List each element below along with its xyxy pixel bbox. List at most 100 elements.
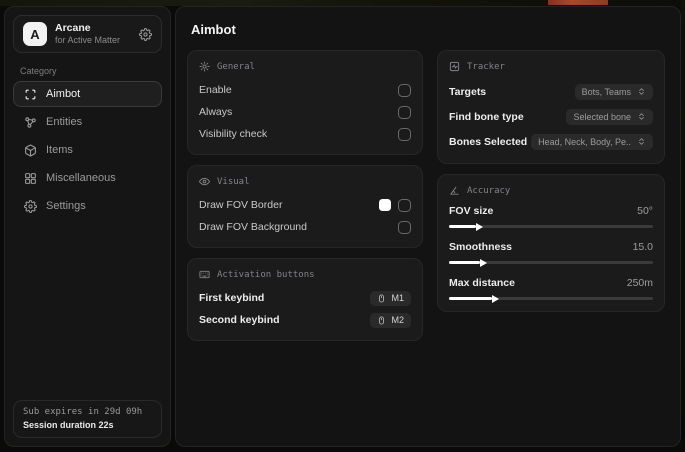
activation-buttons-card: Activation buttons First keybind M1 Seco… [187, 258, 423, 341]
entities-nodes-icon [25, 116, 36, 128]
expand-select-icon [639, 113, 644, 120]
keybind-row: First keybind M1 [199, 287, 411, 309]
brand-name: Arcane [55, 21, 91, 34]
game-background-orange-patch [548, 0, 608, 5]
fov-size-slider[interactable] [449, 222, 653, 231]
slider-thumb[interactable] [491, 294, 499, 303]
tracker-label: Bones Selected [449, 135, 528, 148]
brand-card: A Arcane for Active Matter [13, 15, 162, 53]
crosshair-scan-icon [25, 89, 36, 99]
section-title: General [217, 61, 255, 72]
sidebar-item-settings[interactable]: Settings [13, 193, 162, 219]
keyboard-icon [199, 270, 210, 279]
sidebar-item-entities[interactable]: Entities [13, 109, 162, 135]
sidebar-item-aimbot[interactable]: Aimbot [13, 81, 162, 107]
slider-value: 50° [637, 204, 653, 217]
setting-label: Visibility check [199, 128, 268, 140]
brand-subtitle: for Active Matter [55, 34, 121, 45]
tracker-pulse-icon [449, 61, 460, 72]
eye-icon [199, 177, 210, 186]
sidebar-item-label: Items [46, 144, 73, 156]
accuracy-card: Accuracy FOV size 50° Smoothness 15.0 Ma… [437, 174, 665, 312]
always-checkbox[interactable] [398, 105, 411, 119]
keybind-value: M1 [391, 293, 404, 303]
keybind-value: M2 [391, 315, 404, 325]
setting-row: Visibility check [199, 123, 411, 145]
slider-thumb[interactable] [479, 258, 487, 267]
keybind-label: First keybind [199, 292, 265, 304]
category-label: Category [20, 66, 57, 76]
slider-value: 250m [626, 276, 653, 289]
second-keybind-button[interactable]: M2 [370, 312, 411, 328]
section-title: Visual [217, 176, 250, 187]
sidebar-nav: Aimbot Entities Items Miscellaneous Sett… [5, 81, 170, 219]
sidebar-item-miscellaneous[interactable]: Miscellaneous [13, 165, 162, 191]
page-title: Aimbot [191, 22, 236, 37]
subscription-card: Sub expires in 29d 09h Session duration … [13, 400, 162, 438]
dropdown-value: Head, Neck, Body, Pe.. [538, 136, 631, 147]
draw-fov-background-checkbox[interactable] [398, 220, 411, 234]
sub-expires-text: Sub expires in 29d 09h [23, 407, 143, 417]
max-distance-slider[interactable] [449, 294, 653, 303]
enable-checkbox[interactable] [398, 83, 411, 97]
expand-select-icon [639, 138, 644, 145]
smoothness-slider-group: Smoothness 15.0 [449, 239, 653, 267]
tracker-row: Targets Bots, Teams [449, 79, 653, 104]
gear-icon[interactable] [139, 27, 152, 41]
gear-icon [24, 199, 37, 213]
keybind-row: Second keybind M2 [199, 309, 411, 331]
section-title: Accuracy [467, 185, 511, 196]
tracker-row: Find bone type Selected bone [449, 104, 653, 129]
setting-label: Enable [199, 84, 232, 96]
section-title: Tracker [467, 61, 505, 72]
tracker-label: Find bone type [449, 110, 524, 123]
grid-icon [25, 172, 36, 184]
tracker-label: Targets [449, 85, 487, 98]
first-keybind-button[interactable]: M1 [370, 290, 411, 306]
sidebar: A Arcane for Active Matter Category Aimb… [4, 6, 171, 447]
mouse-icon [379, 315, 385, 325]
slider-label: Max distance [449, 276, 515, 289]
setting-row: Draw FOV Border [199, 194, 411, 216]
sidebar-item-label: Settings [46, 200, 86, 212]
fov-size-slider-group: FOV size 50° [449, 203, 653, 231]
tracker-row: Bones Selected Head, Neck, Body, Pe.. [449, 129, 653, 154]
cube-icon [25, 144, 36, 156]
sidebar-item-label: Miscellaneous [46, 172, 116, 184]
keybind-label: Second keybind [199, 314, 280, 326]
slider-label: Smoothness [449, 240, 513, 253]
setting-row: Enable [199, 79, 411, 101]
slider-value: 15.0 [632, 240, 653, 253]
fov-border-color-swatch[interactable] [379, 199, 391, 211]
slider-label: FOV size [449, 204, 494, 217]
bones-selected-dropdown[interactable]: Head, Neck, Body, Pe.. [531, 133, 653, 150]
find-bone-type-dropdown[interactable]: Selected bone [566, 108, 653, 125]
targets-dropdown[interactable]: Bots, Teams [574, 83, 653, 100]
setting-label: Always [199, 106, 233, 118]
dropdown-value: Bots, Teams [581, 86, 631, 97]
general-card: General Enable Always Visibility check [187, 50, 423, 155]
smoothness-slider[interactable] [449, 258, 653, 267]
angle-icon [450, 186, 459, 195]
brand-logo: A [23, 22, 47, 46]
draw-fov-border-checkbox[interactable] [398, 198, 411, 212]
mouse-icon [379, 293, 385, 303]
tracker-card: Tracker Targets Bots, Teams Find bone ty… [437, 50, 665, 164]
session-duration-text: Session duration 22s [23, 420, 114, 430]
setting-label: Draw FOV Background [199, 221, 307, 233]
section-title: Activation buttons [217, 269, 315, 280]
setting-row: Draw FOV Background [199, 216, 411, 238]
visual-card: Visual Draw FOV Border Draw FOV Backgrou… [187, 165, 423, 248]
slider-thumb[interactable] [475, 222, 483, 231]
sidebar-item-items[interactable]: Items [13, 137, 162, 163]
gear-sun-icon [199, 61, 210, 72]
expand-select-icon [639, 88, 644, 95]
sidebar-item-label: Entities [46, 116, 83, 128]
max-distance-slider-group: Max distance 250m [449, 275, 653, 303]
main-panel: Aimbot General Enable Always Visibility … [175, 6, 681, 447]
setting-row: Always [199, 101, 411, 123]
sidebar-item-label: Aimbot [46, 88, 81, 100]
visibility-check-checkbox[interactable] [398, 127, 411, 141]
game-background-right [681, 0, 685, 452]
dropdown-value: Selected bone [573, 111, 631, 122]
